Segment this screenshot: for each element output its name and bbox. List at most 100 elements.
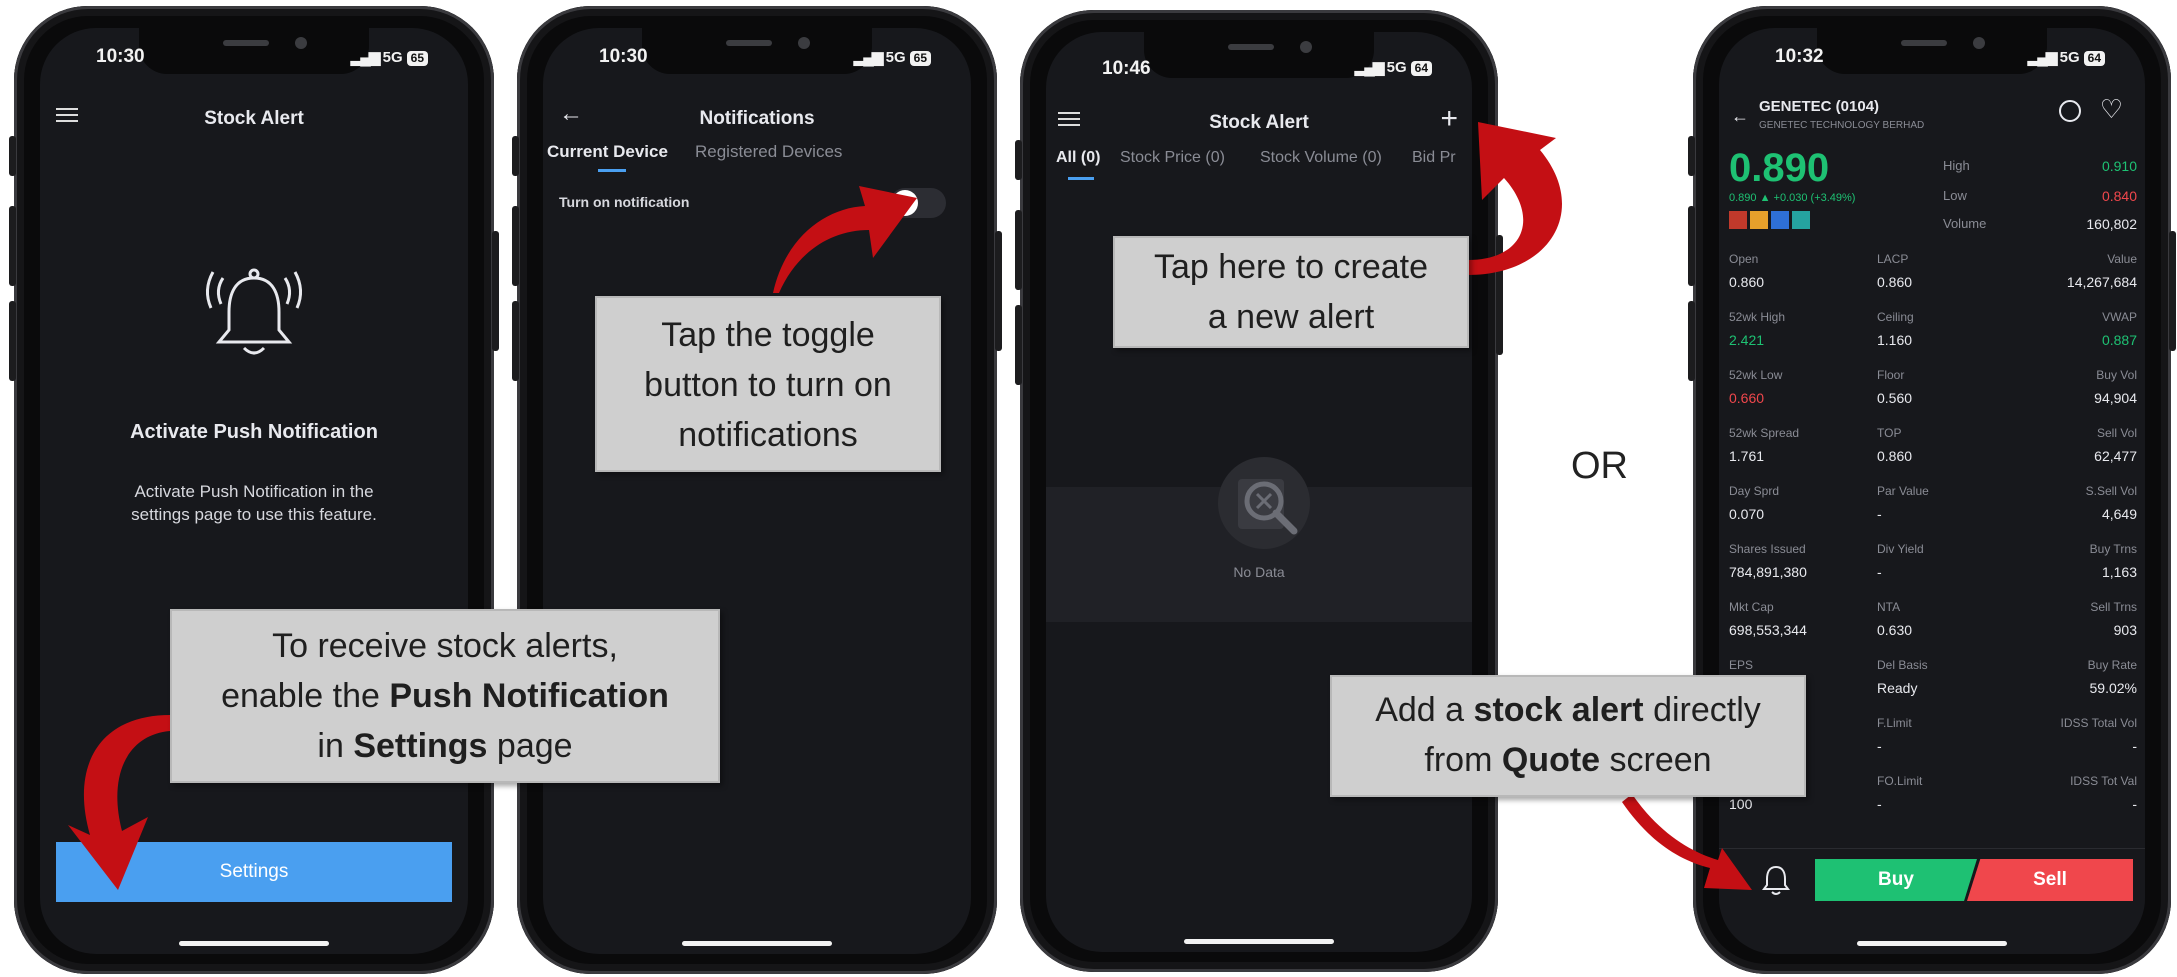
- badge-icons: [1729, 211, 1810, 234]
- quote-label: Day Sprd: [1729, 484, 1780, 498]
- quote-label: 52wk Low: [1729, 368, 1783, 382]
- activate-heading: Activate Push Notification: [130, 421, 378, 443]
- status-time: 10:32: [1775, 46, 1824, 67]
- tab-stock-volume[interactable]: Stock Volume (0): [1260, 149, 1382, 167]
- quote-value: -: [1877, 506, 1882, 522]
- quote-label: LACP: [1877, 252, 1909, 266]
- back-arrow-icon[interactable]: ←: [1731, 106, 1749, 127]
- quote-label: Shares Issued: [1729, 542, 1806, 556]
- quote-value: 1.160: [1877, 332, 1913, 348]
- quote-label: FO.Limit: [1877, 774, 1923, 788]
- page-title: Stock Alert: [204, 108, 304, 129]
- page-title: Stock Alert: [1209, 112, 1309, 133]
- quote-value: 0.887: [2101, 332, 2137, 348]
- empty-state: No Data: [1046, 457, 1472, 622]
- quote-label: Ceiling: [1877, 310, 1914, 324]
- quote-row: 52wk Spread 1.761 TOP 0.860 Sell Vol 62,477: [1729, 424, 2137, 482]
- bell-icon: [206, 268, 302, 355]
- status-signal: ▂▄▆ 5G 65: [854, 48, 931, 66]
- quote-value: 0.560: [1877, 390, 1913, 406]
- empty-text: No Data: [1233, 564, 1285, 580]
- quote-value: 1.761: [1729, 448, 1765, 464]
- arrow-to-toggle: [773, 186, 917, 293]
- plus-icon[interactable]: +: [1440, 102, 1458, 136]
- buy-button[interactable]: Buy: [1815, 859, 1977, 901]
- quote-value: 59.02%: [2089, 680, 2137, 696]
- quote-value: 784,891,380: [1729, 564, 1807, 580]
- screen-stock-alert-list: 10:46 ▂▄▆ 5G 64 Stock Alert + All (0) Sto…: [1046, 32, 1472, 952]
- quote-label: EPS: [1729, 658, 1754, 672]
- quote-row: Day Sprd 0.070 Par Value - S.Sell Vol 4,649: [1729, 482, 2137, 540]
- quote-label: Open: [1729, 252, 1759, 266]
- quote-value: 0.860: [1729, 274, 1765, 290]
- phone-frame-3: 10:46 ▂▄▆ 5G 64 Stock Alert + All (0) Sto…: [1015, 10, 1503, 972]
- low-value: 0.840: [2101, 188, 2137, 204]
- quote-row: Open 0.860 LACP 0.860 Value 14,267,684: [1729, 250, 2137, 308]
- quote-label: Sell Vol: [2096, 426, 2137, 440]
- or-label: OR: [1571, 445, 1628, 487]
- volume-label: Volume: [1943, 216, 1987, 231]
- quote-row: 52wk High 2.421 Ceiling 1.160 VWAP 0.887: [1729, 308, 2137, 366]
- bell-add-icon[interactable]: [1761, 863, 1791, 895]
- tab-all[interactable]: All (0): [1056, 149, 1100, 167]
- callout-push-notification: To receive stock alerts, enable the Push…: [170, 609, 720, 783]
- quote-row: 52wk Low 0.660 Floor 0.560 Buy Vol 94,904: [1729, 366, 2137, 424]
- tab-indicator: [1068, 177, 1094, 180]
- quote-label: TOP: [1877, 426, 1902, 440]
- quote-value: 2.421: [1729, 332, 1765, 348]
- quote-label: Sell Trns: [2090, 600, 2137, 614]
- quote-value: 0.860: [1877, 448, 1913, 464]
- quote-value: -: [1877, 738, 1882, 754]
- search-icon[interactable]: [2059, 100, 2081, 122]
- status-time: 10:30: [96, 46, 145, 67]
- stock-code: GENETEC (0104): [1759, 98, 1880, 115]
- quote-value: Ready: [1877, 680, 1918, 696]
- phone-frame-2: 10:30 ▂▄▆ 5G 65 ← Notifications Current D…: [512, 6, 1002, 974]
- callout-create-alert: Tap here to create a new alert: [1113, 236, 1469, 348]
- phone-frame-4: 10:32 ▂▄▆ 5G 64 ← GENETEC (0104) GENETEC …: [1688, 6, 2176, 974]
- callout-quote-alert: Add a stock alert directly from Quote sc…: [1330, 675, 1806, 797]
- tab-registered-devices[interactable]: Registered Devices: [695, 142, 842, 162]
- price-change: 0.890 ▲ +0.030 (+3.49%): [1729, 192, 1856, 204]
- volume-value: 160,802: [2086, 216, 2137, 232]
- sell-button[interactable]: Sell: [1967, 859, 2133, 901]
- quote-label: S.Sell Vol: [2085, 484, 2137, 498]
- screen-notifications: 10:30 ▂▄▆ 5G 65 ← Notifications Current D…: [543, 28, 971, 954]
- tab-stock-price[interactable]: Stock Price (0): [1120, 149, 1225, 167]
- high-label: High: [1943, 158, 1970, 173]
- quote-label: NTA: [1877, 600, 1901, 614]
- status-signal: ▂▄▆ 5G 64: [2028, 48, 2105, 66]
- arrow-to-add: [1468, 122, 1562, 275]
- tab-current-device[interactable]: Current Device: [547, 142, 668, 162]
- last-price: 0.890: [1729, 146, 1830, 190]
- quote-label: IDSS Tot Val: [2070, 774, 2137, 788]
- low-label: Low: [1943, 188, 1967, 203]
- company-name: GENETEC TECHNOLOGY BERHAD: [1759, 120, 1925, 131]
- quote-label: Value: [2107, 252, 2137, 266]
- quote-label: Div Yield: [1877, 542, 1924, 556]
- quote-label: VWAP: [2102, 310, 2137, 324]
- status-signal: ▂▄▆ 5G 65: [351, 48, 428, 66]
- quote-label: 52wk High: [1729, 310, 1786, 324]
- quote-value: -: [1877, 564, 1882, 580]
- quote-label: Buy Rate: [2087, 658, 2137, 672]
- quote-label: Del Basis: [1877, 658, 1928, 672]
- quote-label: 52wk Spread: [1729, 426, 1800, 440]
- quote-value: 0.630: [1877, 622, 1913, 638]
- callout-toggle: Tap the toggle button to turn on notific…: [595, 296, 941, 472]
- quote-label: Buy Trns: [2089, 542, 2137, 556]
- quote-value: 0.860: [1877, 274, 1913, 290]
- quote-value: 14,267,684: [2066, 274, 2137, 290]
- bottom-bar: Buy Sell: [1719, 848, 2145, 909]
- heart-icon[interactable]: ♡: [2100, 94, 2123, 125]
- status-time: 10:30: [599, 46, 648, 67]
- quote-value: 1,163: [2101, 564, 2137, 580]
- quote-value: -: [1877, 796, 1882, 812]
- quote-label: Floor: [1877, 368, 1905, 382]
- status-signal: ▂▄▆ 5G 64: [1355, 58, 1432, 76]
- quote-label: Buy Vol: [2096, 368, 2137, 382]
- quote-value: 698,553,344: [1729, 622, 1807, 638]
- quote-value: 0.660: [1729, 390, 1765, 406]
- status-time: 10:46: [1102, 58, 1151, 79]
- tab-bid-price[interactable]: Bid Pr: [1412, 149, 1456, 167]
